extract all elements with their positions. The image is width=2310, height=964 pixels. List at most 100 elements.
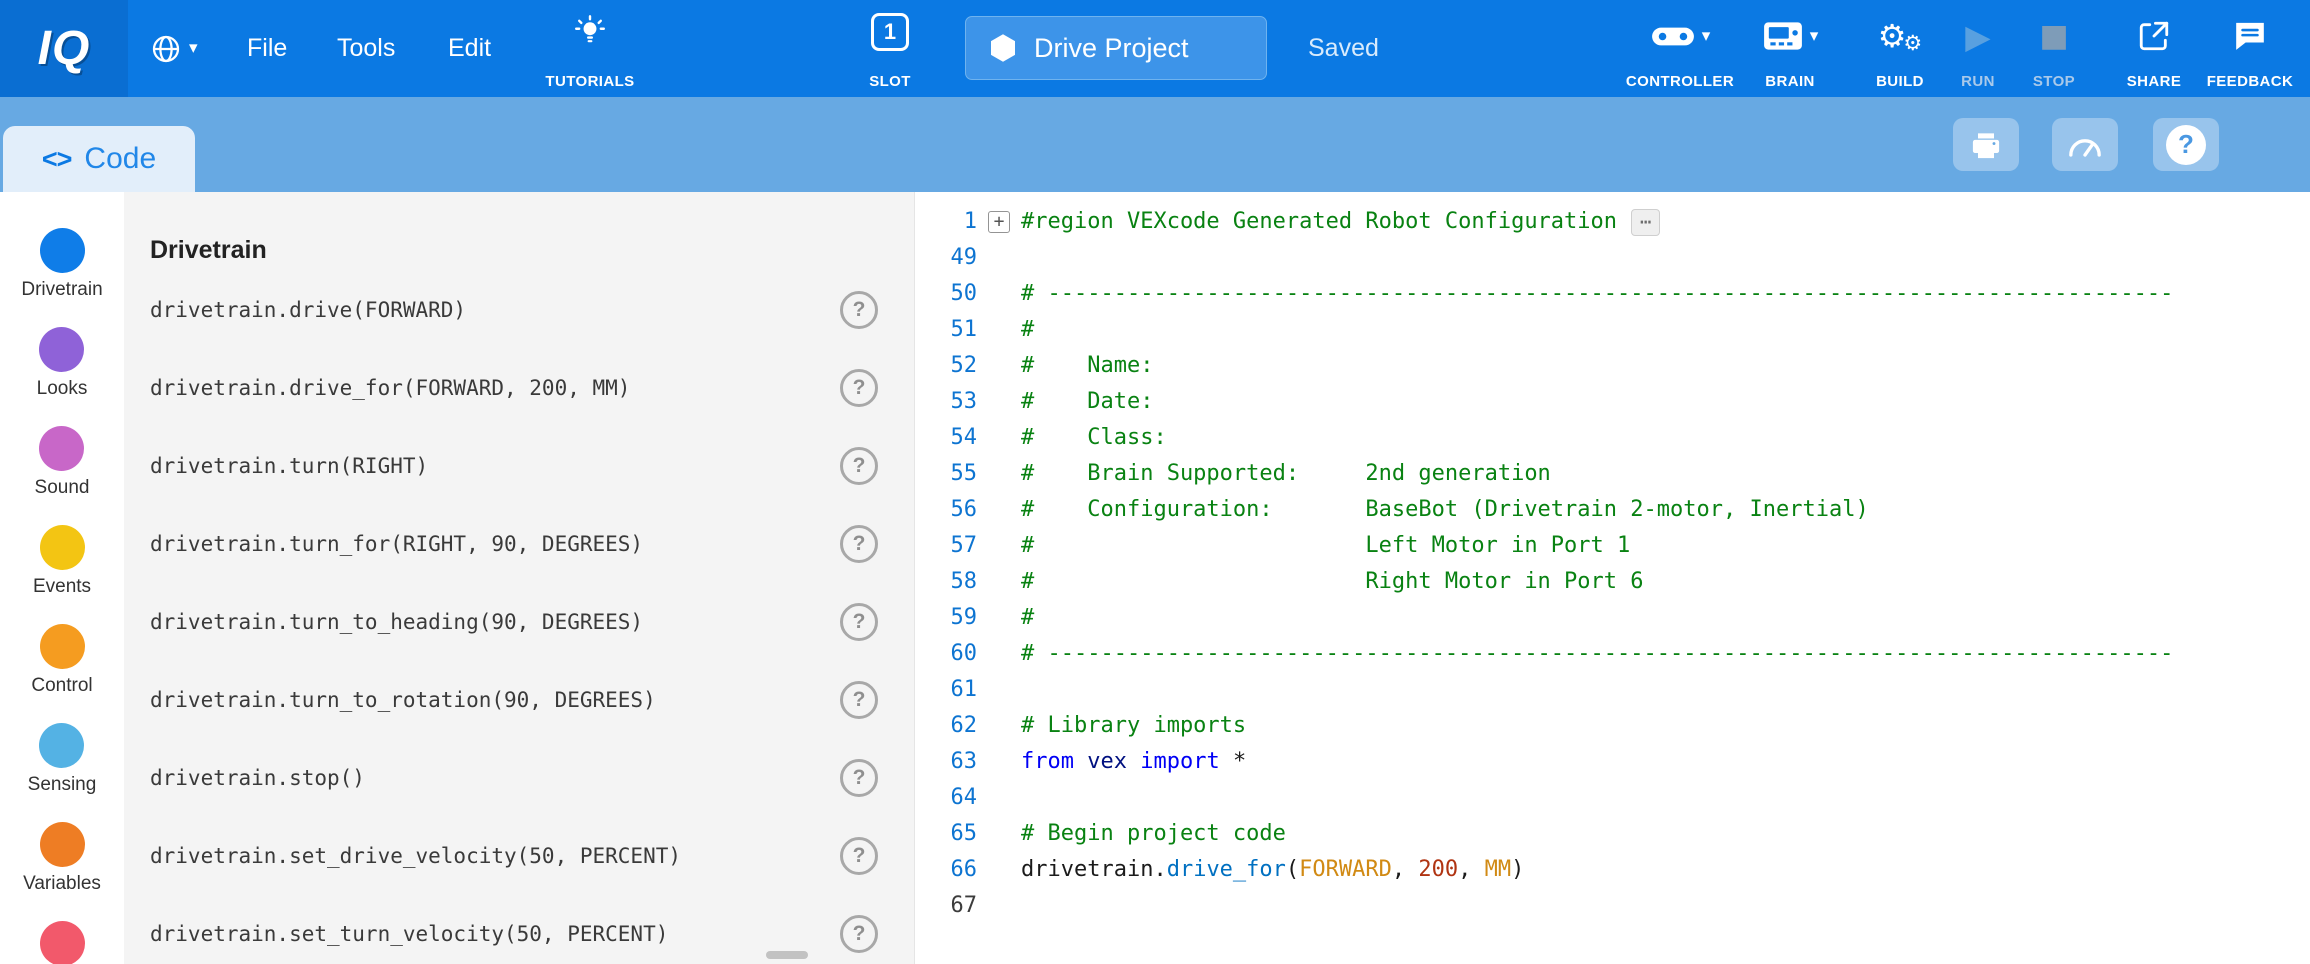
- code-line[interactable]: 1+#region VEXcode Generated Robot Config…: [915, 204, 2310, 240]
- command-item[interactable]: drivetrain.drive_for(FORWARD, 200, MM)?: [150, 349, 878, 427]
- category-sound[interactable]: Sound: [35, 426, 90, 499]
- code-line[interactable]: 61: [915, 672, 2310, 708]
- menu-edit[interactable]: Edit: [448, 0, 491, 97]
- category-color-dot[interactable]: [40, 525, 85, 570]
- code-line[interactable]: 49: [915, 240, 2310, 276]
- command-item[interactable]: drivetrain.drive(FORWARD)?: [150, 271, 878, 349]
- code-line[interactable]: 63from vex import *: [915, 744, 2310, 780]
- command-item[interactable]: drivetrain.stop()?: [150, 739, 878, 817]
- category-color-dot[interactable]: [40, 228, 85, 273]
- tutorials-button[interactable]: TUTORIALS: [515, 10, 665, 90]
- command-help-button[interactable]: ?: [840, 837, 878, 875]
- command-text[interactable]: drivetrain.turn_to_heading(90, DEGREES): [150, 610, 643, 634]
- feedback-button[interactable]: FEEDBACK: [2198, 10, 2302, 90]
- stop-button[interactable]: ■ STOP: [2012, 10, 2096, 90]
- command-item[interactable]: drivetrain.set_drive_velocity(50, PERCEN…: [150, 817, 878, 895]
- code-line[interactable]: 56# Configuration: BaseBot (Drivetrain 2…: [915, 492, 2310, 528]
- category-color-dot[interactable]: [40, 822, 85, 867]
- tutorials-label: TUTORIALS: [545, 73, 634, 90]
- code-line[interactable]: 59#: [915, 600, 2310, 636]
- category-color-dot[interactable]: [40, 921, 85, 964]
- category-color-dot[interactable]: [39, 327, 84, 372]
- command-item[interactable]: drivetrain.turn_for(RIGHT, 90, DEGREES)?: [150, 505, 878, 583]
- brain-button[interactable]: ▾ BRAIN: [1742, 10, 1838, 90]
- code-line[interactable]: 51#: [915, 312, 2310, 348]
- slot-button[interactable]: 1 SLOT: [840, 10, 940, 90]
- command-help-button[interactable]: ?: [840, 369, 878, 407]
- slot-number: 1: [884, 19, 896, 45]
- code-line[interactable]: 50# ------------------------------------…: [915, 276, 2310, 312]
- code-line[interactable]: 62# Library imports: [915, 708, 2310, 744]
- command-item[interactable]: drivetrain.turn_to_rotation(90, DEGREES)…: [150, 661, 878, 739]
- command-item[interactable]: drivetrain.turn_to_heading(90, DEGREES)?: [150, 583, 878, 661]
- category-variables[interactable]: Variables: [23, 822, 101, 895]
- category-more[interactable]: [40, 921, 85, 964]
- share-button[interactable]: SHARE: [2108, 10, 2200, 90]
- gears-icon: ⚙: [1878, 20, 1907, 52]
- code-line[interactable]: 58 # Right Motor in Port 6: [915, 564, 2310, 600]
- code-content: # Right Motor in Port 6: [1021, 564, 1644, 600]
- command-help-button[interactable]: ?: [840, 681, 878, 719]
- controller-button[interactable]: ▾ CONTROLLER: [1618, 10, 1742, 90]
- menu-file[interactable]: File: [247, 0, 287, 97]
- command-text[interactable]: drivetrain.set_turn_velocity(50, PERCENT…: [150, 922, 668, 946]
- category-label: Looks: [37, 378, 88, 400]
- line-number: 54: [915, 420, 977, 456]
- project-name-button[interactable]: Drive Project: [965, 16, 1267, 80]
- code-line[interactable]: 66drivetrain.drive_for(FORWARD, 200, MM): [915, 852, 2310, 888]
- fold-column: [977, 636, 1021, 672]
- command-text[interactable]: drivetrain.stop(): [150, 766, 365, 790]
- code-line[interactable]: 53# Date:: [915, 384, 2310, 420]
- category-color-dot[interactable]: [40, 624, 85, 669]
- line-number: 56: [915, 492, 977, 528]
- line-number: 1: [915, 204, 977, 240]
- command-help-button[interactable]: ?: [840, 603, 878, 641]
- code-line[interactable]: 64: [915, 780, 2310, 816]
- command-help-button[interactable]: ?: [840, 291, 878, 329]
- category-sensing[interactable]: Sensing: [28, 723, 97, 796]
- category-drivetrain[interactable]: Drivetrain: [21, 228, 102, 301]
- command-text[interactable]: drivetrain.drive_for(FORWARD, 200, MM): [150, 376, 630, 400]
- help-button[interactable]: ?: [2153, 118, 2219, 171]
- command-help-button[interactable]: ?: [840, 759, 878, 797]
- folded-code-ellipsis[interactable]: ⋯: [1631, 209, 1660, 236]
- command-text[interactable]: drivetrain.turn_for(RIGHT, 90, DEGREES): [150, 532, 643, 556]
- command-text[interactable]: drivetrain.turn_to_rotation(90, DEGREES): [150, 688, 656, 712]
- tab-code[interactable]: <> Code: [3, 126, 195, 192]
- devices-button[interactable]: [1953, 118, 2019, 171]
- language-selector[interactable]: ▾: [150, 0, 198, 97]
- fold-toggle[interactable]: +: [977, 204, 1021, 240]
- category-control[interactable]: Control: [31, 624, 92, 697]
- code-line[interactable]: 52# Name:: [915, 348, 2310, 384]
- code-line[interactable]: 67: [915, 888, 2310, 924]
- code-line[interactable]: 65# Begin project code: [915, 816, 2310, 852]
- scrollbar-thumb[interactable]: [766, 951, 808, 959]
- command-text[interactable]: drivetrain.turn(RIGHT): [150, 454, 428, 478]
- line-number: 58: [915, 564, 977, 600]
- iq-logo-text: IQ: [38, 21, 91, 76]
- command-text[interactable]: drivetrain.set_drive_velocity(50, PERCEN…: [150, 844, 681, 868]
- hexagon-icon: [988, 32, 1018, 64]
- run-button[interactable]: ▶ RUN: [1948, 10, 2008, 90]
- command-text[interactable]: drivetrain.drive(FORWARD): [150, 298, 466, 322]
- code-editor[interactable]: 1+#region VEXcode Generated Robot Config…: [914, 192, 2310, 964]
- category-color-dot[interactable]: [39, 723, 84, 768]
- command-item[interactable]: drivetrain.turn(RIGHT)?: [150, 427, 878, 505]
- command-help-button[interactable]: ?: [840, 525, 878, 563]
- category-events[interactable]: Events: [33, 525, 91, 598]
- build-button[interactable]: ⚙ ⚙ BUILD: [1852, 10, 1948, 90]
- fold-column: [977, 420, 1021, 456]
- monitor-button[interactable]: [2052, 118, 2118, 171]
- code-line[interactable]: 55# Brain Supported: 2nd generation: [915, 456, 2310, 492]
- fold-expand-icon[interactable]: +: [988, 211, 1010, 233]
- category-color-dot[interactable]: [39, 426, 84, 471]
- code-content: from vex import *: [1021, 744, 1246, 780]
- command-help-button[interactable]: ?: [840, 447, 878, 485]
- code-line[interactable]: 60# ------------------------------------…: [915, 636, 2310, 672]
- menu-tools[interactable]: Tools: [337, 0, 395, 97]
- code-line[interactable]: 54# Class:: [915, 420, 2310, 456]
- code-line[interactable]: 57# Left Motor in Port 1: [915, 528, 2310, 564]
- stop-label: STOP: [2033, 73, 2075, 90]
- category-looks[interactable]: Looks: [37, 327, 88, 400]
- command-help-button[interactable]: ?: [840, 915, 878, 953]
